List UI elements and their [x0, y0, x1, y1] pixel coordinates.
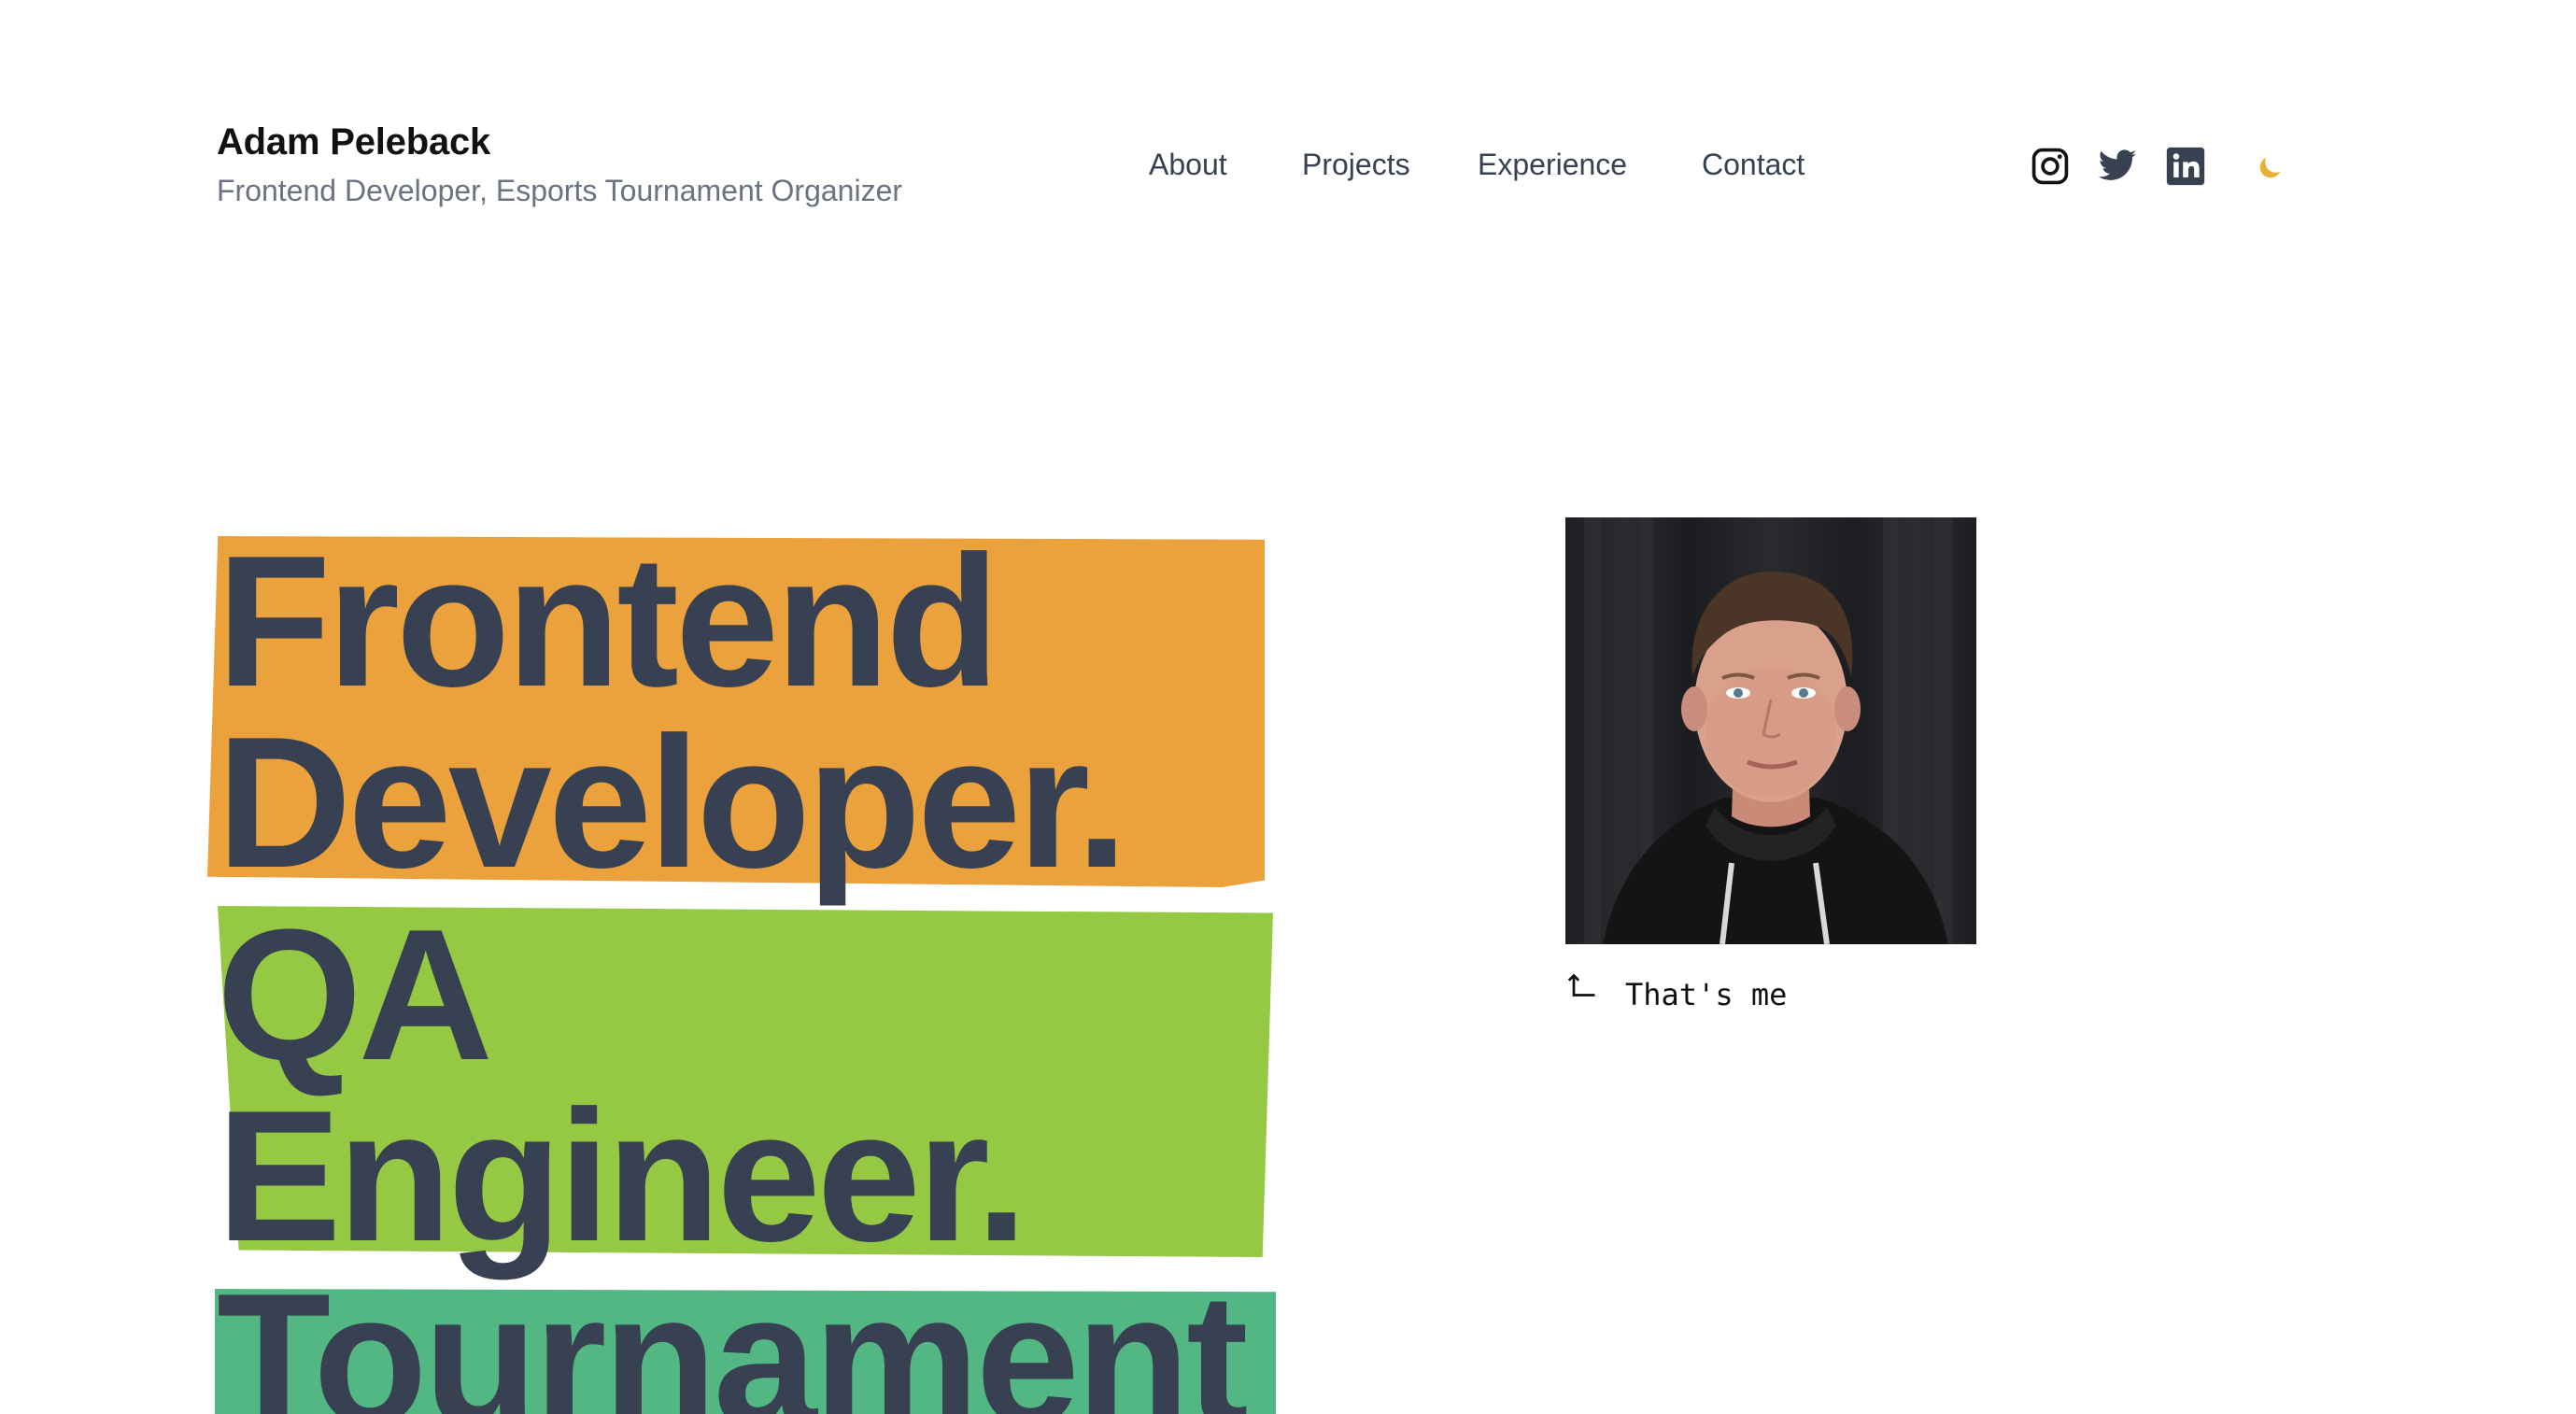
site-owner-subtitle: Frontend Developer, Esports Tournament O…: [217, 174, 903, 207]
corner-up-arrow-icon: [1565, 971, 1599, 1005]
hero-line-qa: QA: [217, 891, 493, 1099]
nav-link-about[interactable]: About: [1149, 148, 1227, 182]
nav-link-projects[interactable]: Projects: [1302, 148, 1410, 182]
hero-line-frontend: Frontend: [217, 517, 1000, 726]
profile-photo: [1565, 517, 1976, 944]
hero-line-engineer: Engineer.: [217, 1072, 1027, 1280]
site-owner-name[interactable]: Adam Peleback: [217, 121, 490, 163]
photo-caption: That's me: [1625, 977, 1788, 1012]
instagram-icon[interactable]: [2030, 146, 2071, 187]
page: Adam Peleback Frontend Developer, Esport…: [0, 0, 2576, 1414]
nav-link-contact[interactable]: Contact: [1702, 148, 1805, 182]
hero-line-tournament: Tournament: [217, 1255, 1249, 1414]
theme-toggle-moon-icon[interactable]: [2255, 153, 2285, 183]
twitter-icon[interactable]: [2097, 146, 2138, 187]
linkedin-icon[interactable]: [2165, 146, 2206, 187]
hero-line-developer: Developer.: [217, 699, 1128, 907]
nav-link-experience[interactable]: Experience: [1478, 148, 1627, 182]
